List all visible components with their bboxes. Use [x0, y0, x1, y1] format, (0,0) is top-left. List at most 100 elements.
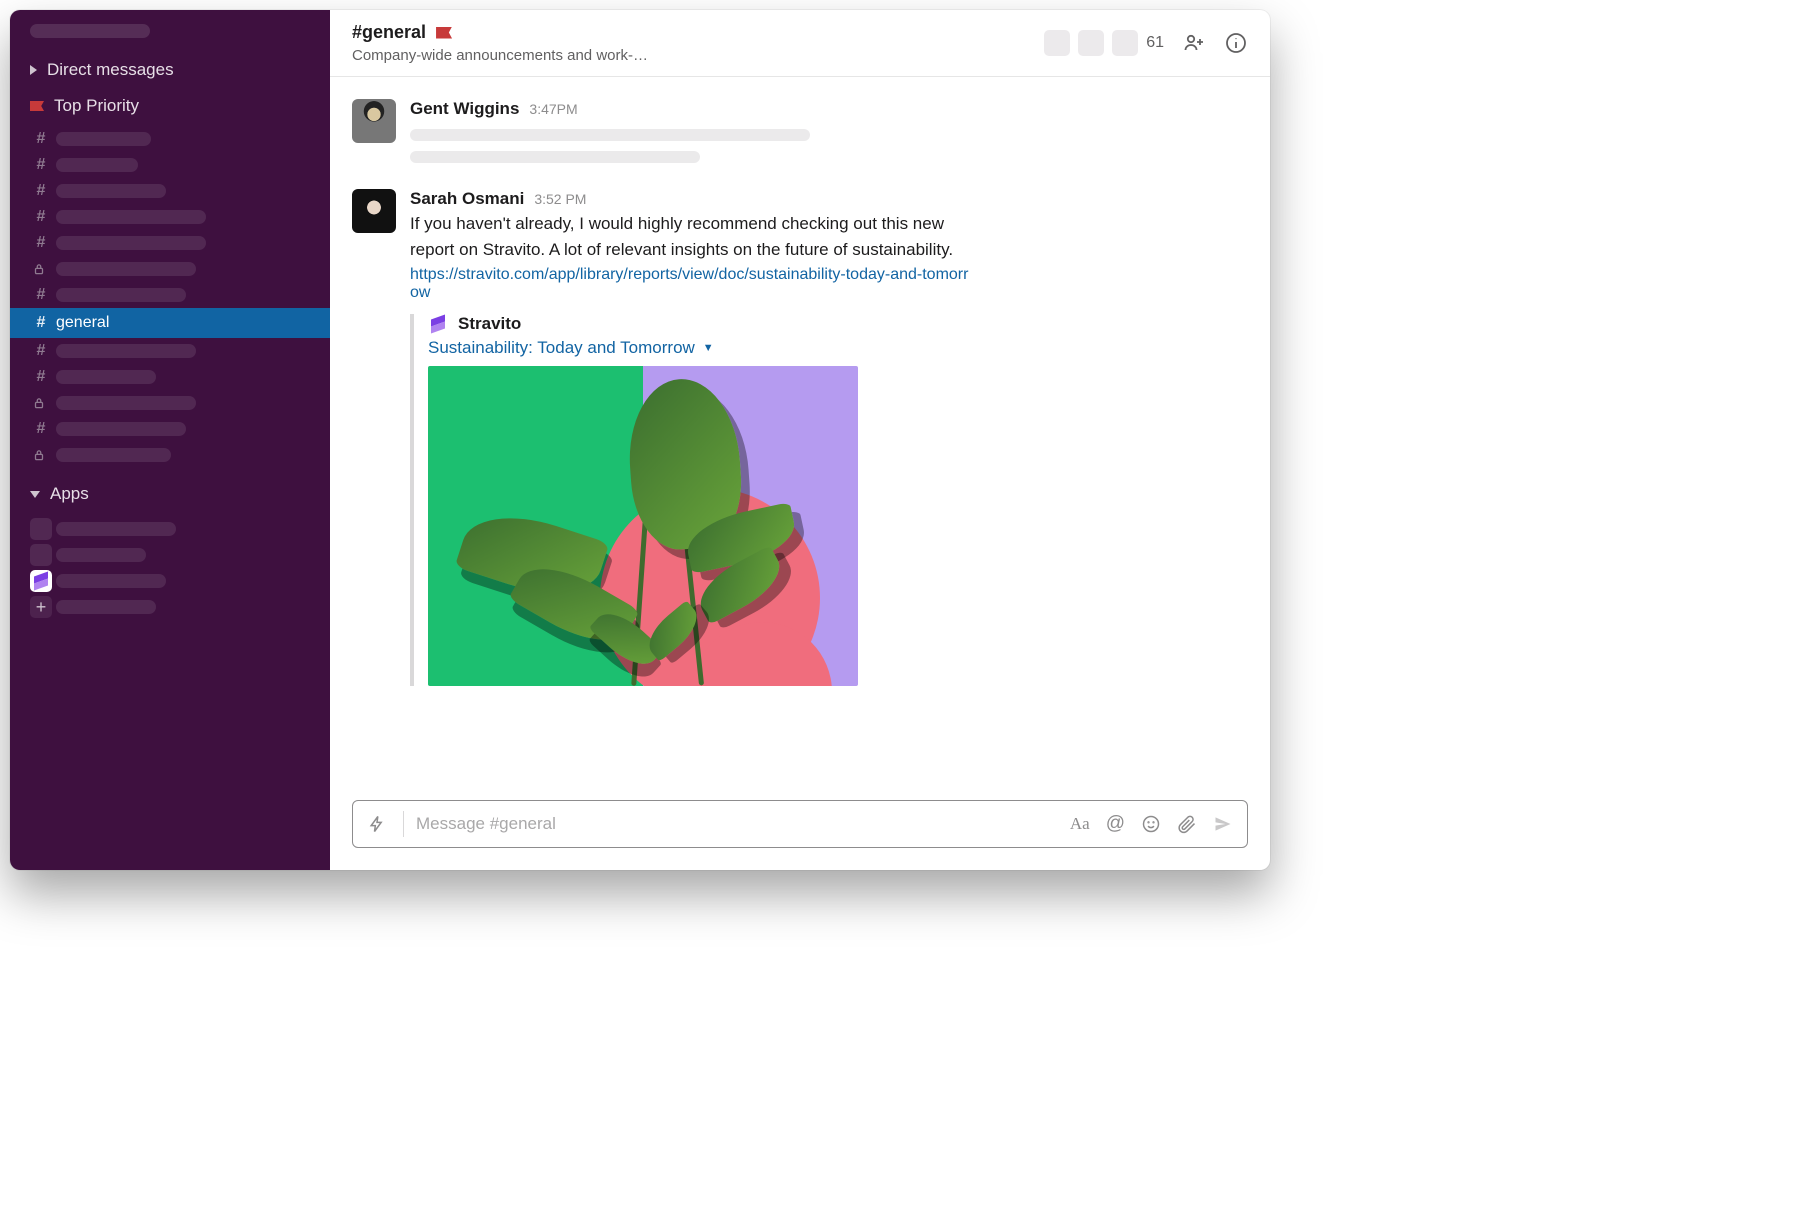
add-people-icon[interactable]	[1182, 31, 1206, 55]
send-icon[interactable]	[1209, 810, 1237, 838]
workspace-header[interactable]	[10, 24, 330, 52]
channel-label-placeholder	[56, 370, 156, 384]
channel-topic[interactable]: Company-wide announcements and work-…	[352, 47, 648, 64]
shortcuts-icon[interactable]	[363, 810, 391, 838]
hash-icon: #	[32, 182, 50, 200]
app-icon	[30, 544, 52, 566]
sidebar-channel[interactable]: #	[10, 338, 330, 364]
message-author[interactable]: Gent Wiggins	[410, 99, 519, 119]
format-icon[interactable]: Aa	[1066, 810, 1094, 838]
channel-label-placeholder	[56, 422, 186, 436]
stravito-app-icon	[428, 314, 448, 334]
message-input[interactable]	[416, 814, 1058, 834]
attachment-image[interactable]	[428, 366, 858, 686]
sidebar-app-stravito[interactable]	[10, 568, 330, 594]
caret-down-icon	[30, 491, 40, 498]
message-author[interactable]: Sarah Osmani	[410, 189, 524, 209]
section-label: Direct messages	[47, 60, 174, 80]
divider	[403, 811, 404, 837]
message-text-placeholder	[410, 129, 810, 141]
hash-icon: #	[32, 420, 50, 438]
sidebar-add-app[interactable]: +	[10, 594, 330, 620]
app-label-placeholder	[56, 522, 176, 536]
main-panel: #general Company-wide announcements and …	[330, 10, 1270, 870]
message-text-placeholder	[410, 151, 700, 163]
sidebar-channel[interactable]: #	[10, 282, 330, 308]
message: Sarah Osmani3:52 PMIf you haven't alread…	[352, 181, 1248, 704]
sidebar-app[interactable]	[10, 542, 330, 568]
channel-title-block: #general Company-wide announcements and …	[352, 22, 648, 64]
sidebar-channel[interactable]: #	[10, 204, 330, 230]
apps-list: +	[10, 512, 330, 620]
sidebar-channel[interactable]	[10, 390, 330, 416]
sidebar-channel[interactable]	[10, 256, 330, 282]
channel-label: general	[56, 314, 109, 332]
channel-label-placeholder	[56, 262, 196, 276]
sidebar-channel[interactable]: #	[10, 364, 330, 390]
channel-header-actions: 61	[1044, 30, 1248, 56]
message-text: If you haven't already, I would highly r…	[410, 211, 970, 262]
stravito-app-icon	[30, 570, 52, 592]
member-count: 61	[1146, 34, 1164, 52]
app-window: Direct messages Top Priority #######gene…	[10, 10, 1270, 870]
sidebar-channel-general[interactable]: # general	[10, 308, 330, 338]
hash-icon: #	[32, 286, 50, 304]
sidebar-channel[interactable]: #	[10, 416, 330, 442]
message: Gent Wiggins 3:47PM	[352, 91, 1248, 181]
sidebar-channel[interactable]	[10, 442, 330, 468]
workspace-name-placeholder	[30, 24, 150, 38]
message-timestamp: 3:47PM	[529, 101, 577, 117]
hash-icon: #	[32, 342, 50, 360]
app-icon	[30, 518, 52, 540]
sidebar-app[interactable]	[10, 516, 330, 542]
hash-icon: #	[32, 314, 50, 332]
link-attachment: Stravito Sustainability: Today and Tomorr…	[410, 314, 970, 686]
channel-label-placeholder	[56, 396, 196, 410]
member-avatar	[1044, 30, 1070, 56]
sidebar-channel[interactable]: #	[10, 178, 330, 204]
member-stack[interactable]: 61	[1044, 30, 1164, 56]
channel-label-placeholder	[56, 210, 206, 224]
caret-down-icon[interactable]: ▼	[703, 342, 714, 354]
message-composer[interactable]: Aa @	[352, 800, 1248, 848]
composer-area: Aa @	[330, 800, 1270, 870]
avatar[interactable]	[352, 189, 396, 233]
attachment-title[interactable]: Sustainability: Today and Tomorrow	[428, 338, 695, 358]
sidebar-channel[interactable]: #	[10, 126, 330, 152]
caret-right-icon	[30, 65, 37, 75]
sidebar: Direct messages Top Priority # # # # # # # gene…	[10, 10, 330, 870]
hash-icon: #	[32, 368, 50, 386]
emoji-icon[interactable]	[1137, 810, 1165, 838]
sidebar-channel[interactable]: #	[10, 230, 330, 256]
hash-icon: #	[32, 130, 50, 148]
channel-label-placeholder	[56, 158, 138, 172]
app-label-placeholder	[56, 548, 146, 562]
message-link[interactable]: https://stravito.com/app/library/reports…	[410, 266, 970, 302]
app-label-placeholder	[56, 600, 156, 614]
attach-icon[interactable]	[1173, 810, 1201, 838]
section-apps[interactable]: Apps	[10, 476, 330, 512]
hash-icon: #	[32, 208, 50, 226]
section-top-priority[interactable]: Top Priority	[10, 88, 330, 124]
attachment-app-name: Stravito	[458, 314, 521, 334]
channel-label-placeholder	[56, 236, 206, 250]
hash-icon: #	[32, 156, 50, 174]
message-list[interactable]: Gent Wiggins 3:47PM Sarah Osmani3:52 PMIf …	[330, 77, 1270, 800]
flag-icon	[30, 101, 44, 111]
channel-label-placeholder	[56, 184, 166, 198]
channel-header: #general Company-wide announcements and …	[330, 10, 1270, 77]
avatar[interactable]	[352, 99, 396, 143]
section-direct-messages[interactable]: Direct messages	[10, 52, 330, 88]
hash-icon: #	[32, 234, 50, 252]
lock-icon	[32, 448, 46, 462]
channel-label-placeholder	[56, 288, 186, 302]
info-icon[interactable]	[1224, 31, 1248, 55]
channel-label-placeholder	[56, 344, 196, 358]
channel-name[interactable]: #general	[352, 22, 426, 43]
sidebar-channel[interactable]: #	[10, 152, 330, 178]
channel-list: # # # # # # # general # # #	[10, 124, 330, 470]
lock-icon	[32, 262, 46, 276]
app-label-placeholder	[56, 574, 166, 588]
mention-icon[interactable]: @	[1102, 809, 1129, 839]
channel-label-placeholder	[56, 448, 171, 462]
